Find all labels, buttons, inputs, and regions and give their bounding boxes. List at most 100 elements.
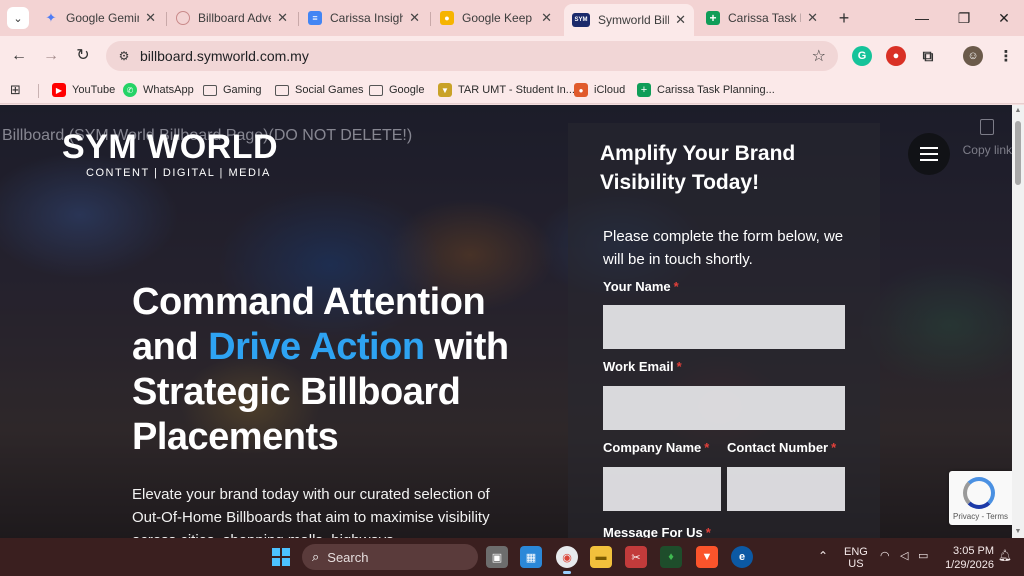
bookmark-label: Google	[389, 84, 425, 96]
page-viewport: Billboard (SYM World Billboard Page)(DO …	[0, 105, 1012, 538]
restore-button[interactable]: ❐	[954, 8, 974, 28]
close-icon[interactable]: ✕	[541, 10, 552, 26]
folder-icon	[203, 84, 217, 96]
chevron-up-icon[interactable]: ⌃	[818, 550, 828, 562]
tab-billboard-advert[interactable]: Billboard Advert ✕	[168, 4, 296, 32]
reload-icon: ↻	[76, 47, 90, 64]
sheets-icon: +	[706, 11, 720, 25]
site-info-icon[interactable]: ⚙	[114, 46, 134, 66]
grammarly-icon[interactable]: G	[852, 46, 872, 66]
close-icon[interactable]: ✕	[675, 12, 686, 28]
new-tab-button[interactable]: +	[834, 8, 854, 28]
store-icon[interactable]: ▦	[520, 546, 542, 568]
tab-title: Carissa Insight E	[330, 11, 404, 25]
symworld-logo[interactable]: SYM WORLD CONTENT | DIGITAL | MEDIA	[62, 129, 278, 179]
brave-icon[interactable]: ▼	[696, 546, 718, 568]
profile-avatar[interactable]: ☺	[963, 46, 983, 66]
bookmark-folder-google[interactable]: Google	[369, 80, 424, 100]
tab-carissa-insight[interactable]: ≡ Carissa Insight E ✕	[300, 4, 428, 32]
hamburger-menu-button[interactable]	[908, 133, 950, 175]
bookmark-tarumt[interactable]: ▼ TAR UMT - Student In...	[438, 80, 575, 100]
tab-title: Google Keep	[462, 11, 533, 25]
wifi-icon[interactable]: ◠	[880, 550, 890, 562]
bookmark-folder-gaming[interactable]: Gaming	[203, 80, 262, 100]
bookmark-label: iCloud	[594, 84, 626, 96]
battery-icon[interactable]: ▭	[918, 550, 928, 562]
close-icon[interactable]: ✕	[409, 10, 420, 26]
recaptcha-badge[interactable]: Privacy - Terms	[949, 471, 1012, 525]
notification-bell-icon[interactable]: 🔔︎	[998, 550, 1012, 562]
hero-text: and	[132, 326, 209, 368]
volume-icon[interactable]: ◁	[900, 550, 908, 562]
tab-symworld-billboard[interactable]: SYM Symworld Billbo ✕	[564, 4, 694, 36]
chrome-icon[interactable]: ◉	[556, 546, 578, 574]
tab-carissa-task-plan[interactable]: + Carissa Task Plan ✕	[698, 4, 826, 32]
close-icon[interactable]: ✕	[277, 10, 288, 26]
bookmark-star-icon[interactable]: ☆	[812, 46, 826, 66]
close-icon[interactable]: ✕	[807, 10, 818, 26]
file-explorer-icon[interactable]: ▬	[590, 546, 612, 568]
copy-icon	[980, 119, 994, 135]
minimize-button[interactable]: —	[912, 8, 932, 28]
email-input[interactable]	[603, 386, 845, 430]
task-view-icon[interactable]: ▣	[486, 546, 508, 568]
extensions-puzzle-icon[interactable]: ⧉	[918, 46, 938, 66]
contact-input[interactable]	[727, 467, 845, 511]
close-icon[interactable]: ✕	[145, 10, 156, 26]
symworld-icon: SYM	[572, 13, 590, 27]
back-button[interactable]: ←	[8, 45, 30, 67]
scroll-down-icon[interactable]: ▼	[1012, 526, 1024, 538]
language-indicator[interactable]: ENG US	[844, 546, 868, 570]
name-label: Your Name *	[603, 279, 679, 294]
copy-link-button[interactable]: Copy link	[960, 119, 1012, 157]
tab-google-gemini[interactable]: ✦ Google Gemini ✕	[36, 4, 164, 32]
folder-icon	[275, 84, 289, 96]
apps-grid-button[interactable]: ⊞	[10, 80, 21, 100]
bookmark-label: WhatsApp	[143, 84, 194, 96]
gemini-icon: ✦	[45, 10, 57, 25]
close-icon: ✕	[998, 10, 1010, 26]
mongodb-icon[interactable]: ♦	[660, 546, 682, 568]
recaptcha-links[interactable]: Privacy - Terms	[949, 512, 1012, 521]
tab-google-keep[interactable]: ● Google Keep ✕	[432, 4, 560, 32]
youtube-icon: ▶	[52, 83, 66, 97]
tab-title: Google Gemini	[66, 11, 140, 25]
close-window-button[interactable]: ✕	[994, 8, 1014, 28]
forward-button[interactable]: →	[40, 45, 62, 67]
edge-icon[interactable]: e	[731, 546, 753, 568]
form-intro: Please complete the form below, we will …	[603, 228, 844, 268]
name-input[interactable]	[603, 305, 845, 349]
hero-line: Command Attention	[132, 281, 486, 323]
extension-badge-icon[interactable]: ●	[886, 46, 906, 66]
reload-button[interactable]: ↻	[72, 45, 94, 67]
bookmark-whatsapp[interactable]: ✆ WhatsApp	[123, 80, 194, 100]
bookmark-youtube[interactable]: ▶ YouTube	[52, 80, 115, 100]
hero-description: Elevate your brand today with our curate…	[132, 486, 490, 538]
menu-line	[920, 153, 938, 155]
bookmark-icloud[interactable]: ● iCloud	[574, 80, 625, 100]
browser-toolbar: ← → ↻ ⚙ billboard.symworld.com.my ☆ G ● …	[0, 36, 1024, 76]
url-text[interactable]: billboard.symworld.com.my	[140, 48, 309, 64]
tab-title: Symworld Billbo	[598, 13, 669, 27]
windows-start-icon[interactable]	[272, 548, 290, 566]
more-menu-icon[interactable]: ⋮	[996, 46, 1016, 66]
icloud-icon: ●	[574, 83, 588, 97]
arrow-left-icon: ←	[11, 47, 27, 64]
bookmark-carissa-task-planning[interactable]: + Carissa Task Planning...	[637, 80, 775, 100]
hero-line: Strategic Billboard	[132, 371, 461, 413]
company-input[interactable]	[603, 467, 721, 511]
bookmark-label: TAR UMT - Student In...	[458, 84, 575, 96]
taskbar-search[interactable]: ⌕ Search	[302, 544, 478, 570]
bookmark-folder-social-games[interactable]: Social Games	[275, 80, 363, 100]
bookmark-label: Gaming	[223, 84, 262, 96]
address-bar[interactable]: ⚙ billboard.symworld.com.my ☆	[106, 41, 838, 71]
snipping-tool-icon[interactable]: ✂	[625, 546, 647, 568]
tab-strip: ⌄ ✦ Google Gemini ✕ Billboard Advert ✕ ≡…	[0, 0, 1024, 36]
taskbar-clock[interactable]: 3:05 PM 1/29/2026	[940, 544, 994, 572]
page-scrollbar[interactable]: ▲ ▼	[1012, 105, 1024, 538]
scroll-up-icon[interactable]: ▲	[1012, 105, 1024, 117]
scrollbar-thumb[interactable]	[1015, 121, 1021, 185]
folder-icon	[369, 84, 383, 96]
keep-icon: ●	[440, 11, 454, 25]
tab-search-button[interactable]: ⌄	[7, 7, 29, 29]
